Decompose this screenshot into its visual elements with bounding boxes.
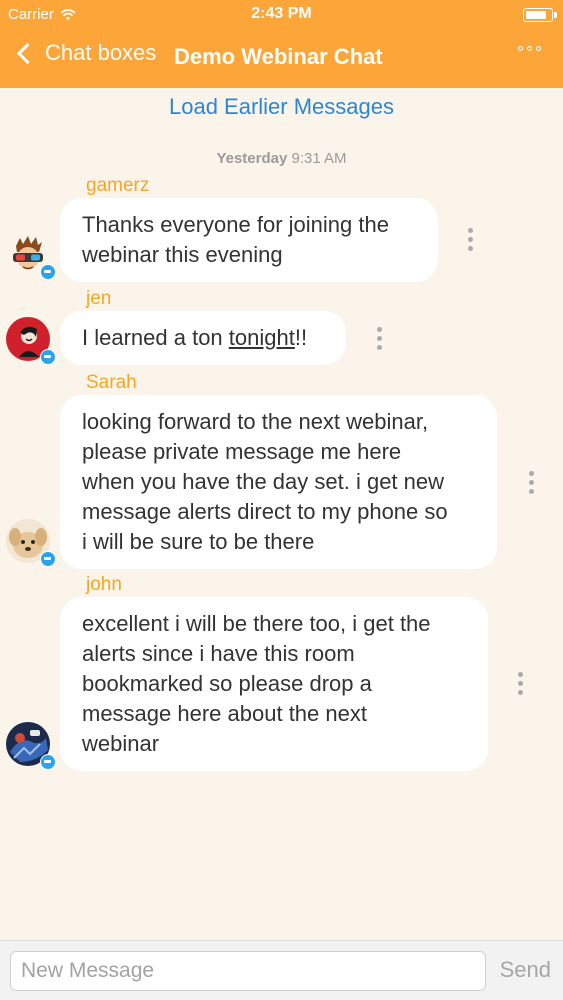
messenger-badge-icon [40, 551, 56, 567]
timestamp-time: 9:31 AM [291, 150, 347, 167]
more-vertical-icon [529, 471, 534, 476]
message-line: looking forward to the next webinar, [82, 409, 429, 434]
message-line: alerts since i have this room [82, 641, 355, 666]
nav-bar: Chat boxes Demo Webinar Chat [0, 30, 563, 88]
more-icon [518, 46, 523, 51]
message-line: message here about the next [82, 701, 367, 726]
message-line: message alerts direct to my phone so [82, 499, 448, 524]
more-vertical-icon [518, 672, 523, 677]
message-line: Thanks everyone for joining the [82, 212, 389, 237]
more-options-button[interactable] [518, 46, 541, 51]
message-item: jen I learned a ton tonight!! [0, 285, 563, 367]
message-sender: gamerz [86, 175, 150, 196]
avatar[interactable] [6, 317, 56, 365]
messenger-badge-icon [40, 264, 56, 280]
message-line: bookmarked so please drop a [82, 671, 372, 696]
message-item: Sarah looking forward to the next webina… [0, 369, 563, 569]
message-text: I learned a ton [82, 325, 229, 350]
status-bar: Carrier 2:43 PM [0, 0, 563, 30]
message-options-button[interactable] [518, 672, 524, 695]
app-header: Carrier 2:43 PM Chat boxes Demo Webinar … [0, 0, 563, 88]
message-line: please private message me here [82, 439, 402, 464]
chevron-left-icon [16, 42, 39, 64]
page-title: Demo Webinar Chat [174, 44, 383, 69]
more-vertical-icon [377, 327, 382, 332]
messenger-badge-icon [40, 349, 56, 365]
load-earlier-button[interactable]: Load Earlier Messages [0, 94, 563, 120]
avatar[interactable] [6, 722, 56, 770]
status-time: 2:43 PM [251, 5, 312, 22]
timestamp-day: Yesterday [216, 150, 288, 167]
message-options-button[interactable] [468, 228, 474, 251]
message-line: webinar this evening [82, 242, 283, 267]
battery-icon [523, 8, 557, 22]
messenger-badge-icon [40, 754, 56, 770]
message-line: i will be sure to be there [82, 529, 315, 554]
message-bubble[interactable]: excellent i will be there too, i get the… [60, 597, 488, 771]
send-button[interactable]: Send [500, 957, 551, 983]
back-button[interactable]: Chat boxes [14, 40, 156, 66]
message-line: webinar [82, 731, 160, 756]
message-sender: Sarah [86, 372, 137, 393]
message-bubble[interactable]: Thanks everyone for joining the webinar … [60, 198, 438, 282]
message-text-end: !! [294, 325, 308, 350]
message-options-button[interactable] [529, 471, 535, 494]
message-line: when you have the day set. i get new [82, 469, 445, 494]
message-item: john excellent i will be there too, i ge… [0, 571, 563, 771]
message-composer: Send [0, 940, 563, 1000]
message-bubble[interactable]: I learned a ton tonight!! [60, 311, 346, 365]
avatar[interactable] [6, 232, 56, 280]
message-bubble[interactable]: looking forward to the next webinar, ple… [60, 395, 497, 569]
back-button-label: Chat boxes [45, 40, 157, 65]
message-line: excellent i will be there too, i get the [82, 611, 431, 636]
timestamp: Yesterday 9:31 AM [0, 150, 563, 167]
more-vertical-icon [468, 228, 473, 233]
message-sender: john [86, 574, 122, 595]
message-link[interactable]: tonight [229, 325, 295, 350]
message-options-button[interactable] [377, 327, 383, 350]
avatar[interactable] [6, 519, 56, 567]
message-item: gamerz Thanks everyone for joining the w… [0, 172, 563, 282]
message-input[interactable] [10, 951, 486, 991]
message-sender: jen [86, 288, 112, 309]
